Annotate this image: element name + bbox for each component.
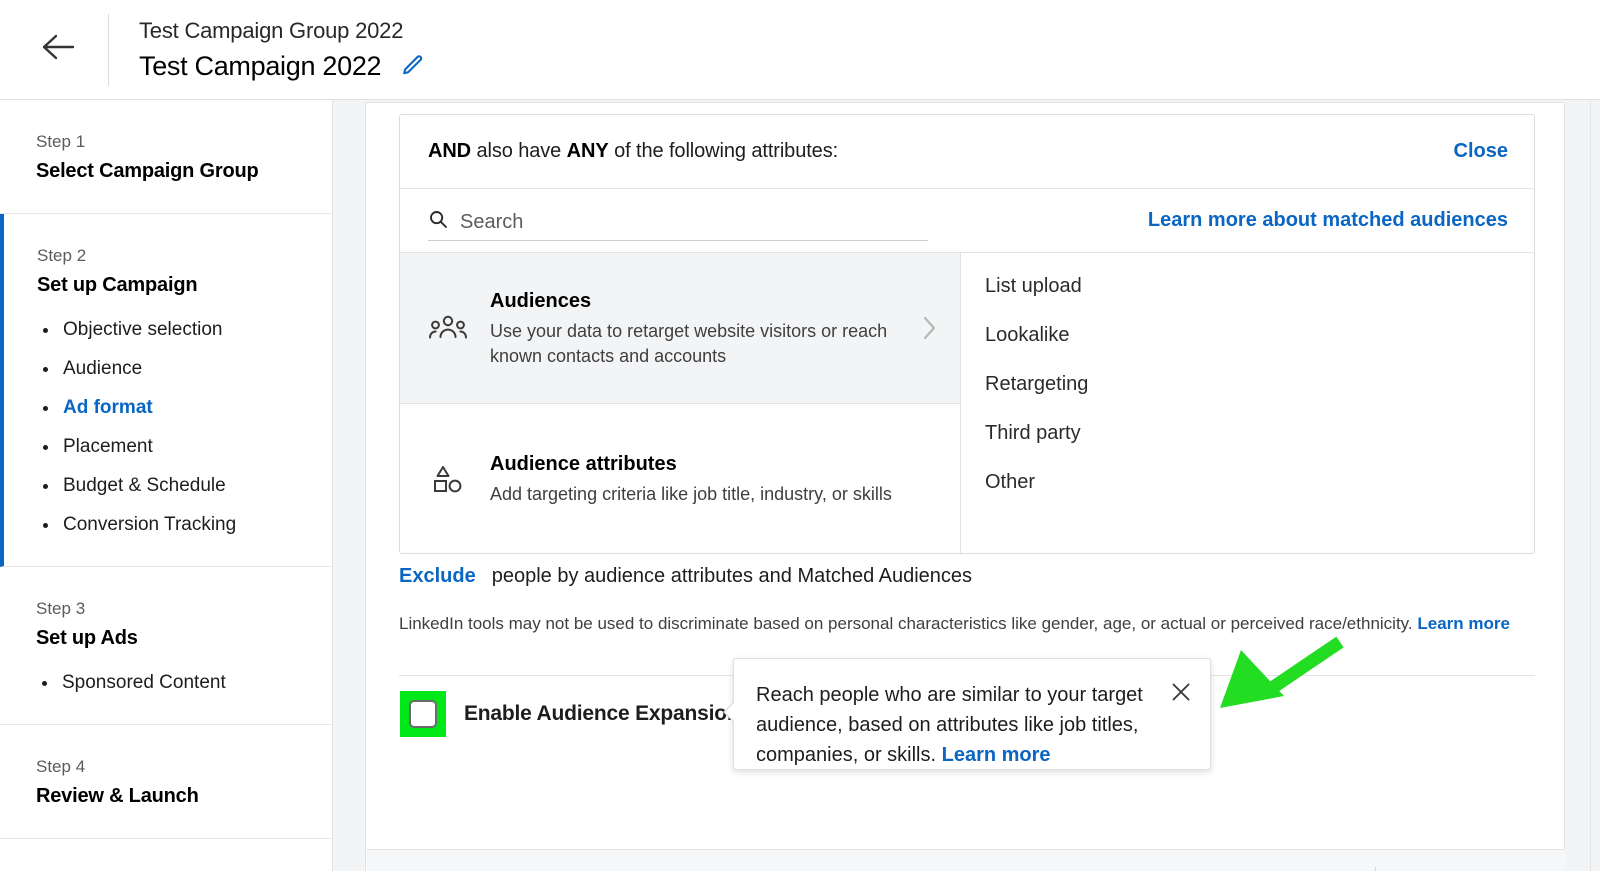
subcategory-third-party[interactable]: Third party [985, 420, 1534, 446]
sidebar-item-sponsored-content[interactable]: Sponsored Content [36, 670, 316, 696]
category-audience-attributes[interactable]: Audience attributes Add targeting criter… [400, 403, 960, 553]
step-label: Step 3 [36, 597, 316, 621]
exclude-link[interactable]: Exclude [399, 565, 476, 588]
disclaimer-learn-more-link[interactable]: Learn more [1417, 614, 1510, 633]
heading-suffix: of the following attributes: [609, 140, 838, 162]
step-label: Step 2 [37, 244, 316, 268]
picker-subcategories: List upload Lookalike Retargeting Third … [961, 253, 1534, 553]
subcategory-other[interactable]: Other [985, 469, 1534, 495]
sidebar-item-placement[interactable]: Placement [37, 434, 316, 460]
audience-card-footer: Reset audience View audience summary Sav… [367, 849, 1565, 871]
step-label: Step 4 [36, 755, 316, 779]
enable-audience-expansion-label: Enable Audience Expansion [464, 702, 739, 726]
category-audiences-texts: Audiences Use your data to retarget webs… [490, 287, 898, 369]
tooltip-body: Reach people who are similar to your tar… [756, 680, 1148, 770]
attributes-heading: AND also have ANY of the following attri… [428, 140, 838, 163]
step-title: Set up Campaign [37, 271, 316, 299]
app-root: Test Campaign Group 2022 Test Campaign 2… [0, 0, 1600, 871]
page-title: Test Campaign 2022 [139, 48, 381, 84]
back-button[interactable] [28, 20, 88, 80]
sidebar-step-3[interactable]: Step 3 Set up Ads Sponsored Content [0, 567, 332, 725]
step-title: Select Campaign Group [36, 157, 316, 185]
attributes-picker: AND also have ANY of the following attri… [399, 114, 1535, 554]
step-title: Set up Ads [36, 624, 316, 652]
category-audiences[interactable]: Audiences Use your data to retarget webs… [400, 253, 960, 403]
search-row: Search Learn more about matched audience… [400, 189, 1534, 253]
category-title: Audience attributes [490, 450, 898, 478]
step-label: Step 1 [36, 130, 316, 154]
discrimination-disclaimer: LinkedIn tools may not be used to discri… [399, 611, 1535, 636]
tooltip-learn-more-link[interactable]: Learn more [942, 744, 1051, 766]
close-icon[interactable] [1170, 681, 1192, 708]
category-attributes-texts: Audience attributes Add targeting criter… [490, 450, 898, 507]
close-button[interactable]: Close [1454, 140, 1508, 163]
sidebar-item-conversion-tracking[interactable]: Conversion Tracking [37, 512, 316, 538]
category-description: Add targeting criteria like job title, i… [490, 482, 898, 507]
page-scrollbar[interactable] [1590, 100, 1600, 871]
sidebar-item-audience[interactable]: Audience [37, 356, 316, 382]
enable-audience-expansion-checkbox[interactable] [409, 700, 437, 728]
sidebar-step-1[interactable]: Step 1 Select Campaign Group [0, 100, 332, 214]
attributes-picker-header: AND also have ANY of the following attri… [400, 115, 1534, 189]
header-divider [108, 14, 109, 86]
step-2-substeps: Objective selection Audience Ad format P… [37, 317, 316, 538]
category-title: Audiences [490, 287, 898, 315]
title-row: Test Campaign 2022 [139, 48, 425, 84]
app-header: Test Campaign Group 2022 Test Campaign 2… [0, 0, 1600, 100]
category-description: Use your data to retarget website visito… [490, 319, 898, 369]
heading-mid: also have [471, 140, 567, 162]
sidebar-step-2[interactable]: Step 2 Set up Campaign Objective selecti… [0, 214, 332, 567]
footer-separator [1375, 867, 1376, 871]
sidebar-item-ad-format[interactable]: Ad format [37, 395, 316, 421]
breadcrumb: Test Campaign Group 2022 [139, 16, 425, 46]
heading-any: ANY [567, 140, 609, 162]
subcategory-list-upload[interactable]: List upload [985, 273, 1534, 299]
checkbox-highlight-annotation [400, 691, 446, 737]
step-title: Review & Launch [36, 782, 316, 810]
exclude-description: people by audience attributes and Matche… [492, 565, 972, 588]
subcategory-lookalike[interactable]: Lookalike [985, 322, 1534, 348]
search-placeholder: Search [460, 211, 523, 234]
sidebar-item-budget-schedule[interactable]: Budget & Schedule [37, 473, 316, 499]
picker-categories: Audiences Use your data to retarget webs… [400, 253, 961, 553]
heading-and: AND [428, 140, 471, 162]
disclaimer-text: LinkedIn tools may not be used to discri… [399, 614, 1417, 633]
audience-expansion-tooltip: Reach people who are similar to your tar… [733, 658, 1211, 770]
search-input[interactable]: Search [428, 201, 928, 241]
learn-more-matched-audiences-link[interactable]: Learn more about matched audiences [1148, 209, 1508, 232]
sidebar-item-objective-selection[interactable]: Objective selection [37, 317, 316, 343]
exclude-row: Exclude people by audience attributes an… [399, 565, 972, 588]
wizard-sidebar: Step 1 Select Campaign Group Step 2 Set … [0, 100, 333, 871]
search-icon [428, 209, 448, 234]
subcategory-retargeting[interactable]: Retargeting [985, 371, 1534, 397]
picker-columns: Audiences Use your data to retarget webs… [400, 253, 1534, 553]
footer-right-actions: View audience summary Save audience [1119, 867, 1539, 871]
sidebar-step-4[interactable]: Step 4 Review & Launch [0, 725, 332, 839]
pencil-icon[interactable] [399, 53, 425, 79]
header-titles: Test Campaign Group 2022 Test Campaign 2… [139, 16, 425, 84]
arrow-left-icon [40, 32, 76, 67]
shapes-icon [428, 463, 468, 495]
chevron-right-icon [920, 315, 940, 341]
step-3-substeps: Sponsored Content [36, 670, 316, 696]
people-group-icon [428, 314, 468, 342]
